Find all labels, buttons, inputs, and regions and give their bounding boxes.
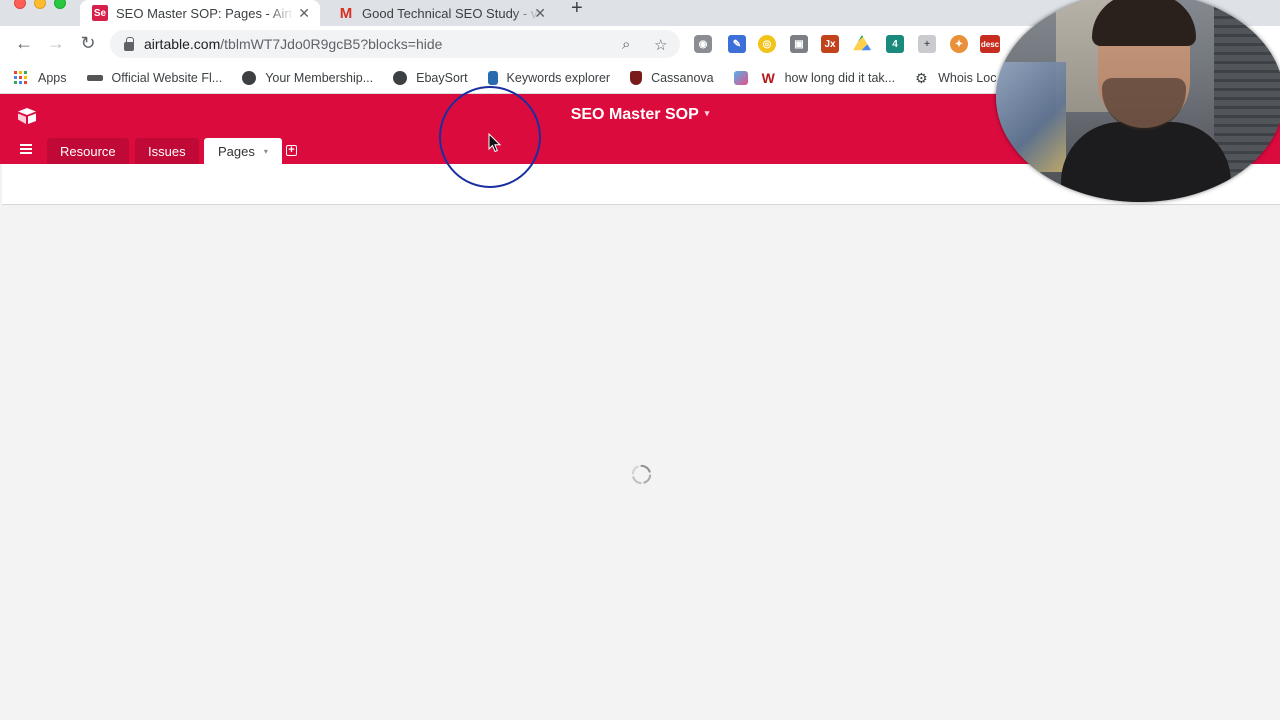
table-menu-caret-icon[interactable]: ▾ bbox=[264, 147, 268, 156]
bookmark-ebaysort[interactable]: EbaySort bbox=[393, 70, 468, 85]
tab-good-technical-seo-study[interactable]: M Good Technical SEO Study - vi ✕ bbox=[326, 0, 556, 26]
bookmark-whois[interactable]: ⚙ Whois Loc bbox=[915, 71, 996, 85]
table-tab-label: Pages bbox=[218, 143, 255, 159]
tab-title: SEO Master SOP: Pages - Airtable bbox=[116, 5, 294, 21]
reload-icon[interactable]: ↻ bbox=[77, 32, 99, 54]
google-drive-icon[interactable] bbox=[853, 35, 871, 51]
bookmark-apps[interactable]: Apps bbox=[14, 70, 67, 85]
shield-icon bbox=[630, 70, 643, 85]
eyedropper-extension-icon[interactable]: ✎ bbox=[728, 35, 746, 53]
apps-grid-icon bbox=[14, 70, 28, 85]
bookmark-label: Cassanova bbox=[651, 70, 714, 85]
bookmark-colorful[interactable] bbox=[733, 70, 748, 85]
maximize-window-button[interactable] bbox=[54, 0, 66, 9]
url-path: /tblmWT7Jdo0R9gcB5?blocks=hide bbox=[220, 36, 443, 52]
table-tab-resource[interactable]: Resource bbox=[47, 138, 129, 164]
gmail-favicon-icon: M bbox=[339, 4, 353, 22]
bookmark-label: Apps bbox=[38, 70, 67, 85]
table-tab-issues[interactable]: Issues bbox=[135, 138, 199, 164]
bookmark-label: Keywords explorer bbox=[506, 70, 611, 85]
desc-extension-icon[interactable]: desc bbox=[980, 35, 1000, 53]
bookmark-label: Official Website Fl... bbox=[111, 70, 223, 85]
bookmark-label: how long did it tak... bbox=[784, 70, 896, 85]
webcam-overlay bbox=[996, 0, 1280, 202]
bookmark-label: Whois Loc bbox=[938, 70, 997, 85]
mouse-pointer-icon bbox=[488, 133, 502, 153]
sparkle-extension-icon[interactable]: ✦ bbox=[950, 35, 968, 53]
bookmark-your-membership[interactable]: Your Membership... bbox=[242, 70, 374, 85]
jx-extension-icon[interactable]: Jx bbox=[821, 35, 839, 53]
table-tab-label: Issues bbox=[148, 143, 186, 159]
add-table-button[interactable]: + bbox=[286, 145, 297, 156]
menu-hamburger-icon[interactable] bbox=[20, 144, 32, 154]
gear-icon: ⚙ bbox=[915, 69, 928, 86]
url-host: airtable.com bbox=[144, 36, 221, 52]
bookmark-star-icon[interactable]: ☆ bbox=[654, 36, 667, 54]
close-tab-icon[interactable]: ✕ bbox=[534, 5, 546, 22]
base-menu-caret-icon[interactable]: ▾ bbox=[705, 108, 710, 118]
table-tab-pages[interactable]: Pages ▾ bbox=[204, 138, 282, 164]
compass-extension-icon[interactable]: ◎ bbox=[758, 35, 776, 53]
counter-extension-icon[interactable]: 4 bbox=[886, 35, 904, 53]
zoom-icon[interactable]: ⌕ bbox=[622, 36, 630, 53]
new-tab-button[interactable]: + bbox=[571, 0, 583, 18]
bookmark-cassanova[interactable]: Cassanova bbox=[630, 70, 714, 85]
address-bar[interactable]: airtable.com/tblmWT7Jdo0R9gcB5?blocks=hi… bbox=[110, 30, 680, 58]
table-tab-label: Resource bbox=[60, 143, 116, 159]
hand-icon bbox=[487, 70, 498, 85]
close-window-button[interactable] bbox=[14, 0, 26, 9]
tab-title: Good Technical SEO Study - vi bbox=[362, 5, 540, 21]
w-icon: W bbox=[761, 69, 775, 86]
plus-extension-icon[interactable]: + bbox=[918, 35, 936, 53]
webcam-background-bed bbox=[996, 62, 1066, 172]
loading-spinner-icon bbox=[631, 464, 652, 485]
site-icon bbox=[86, 74, 103, 81]
airtable-favicon-icon: Se bbox=[92, 5, 108, 21]
bookmark-label: Your Membership... bbox=[265, 70, 374, 85]
forward-arrow-icon[interactable]: → bbox=[45, 32, 67, 54]
camera-extension-icon[interactable]: ◉ bbox=[694, 35, 712, 53]
globe-icon bbox=[393, 70, 408, 85]
back-arrow-icon[interactable]: ← bbox=[13, 32, 35, 54]
webcam-presenter-hair bbox=[1092, 0, 1196, 46]
bookmark-how-long[interactable]: W how long did it tak... bbox=[762, 71, 895, 85]
close-tab-icon[interactable]: ✕ bbox=[298, 5, 310, 22]
base-name-label: SEO Master SOP bbox=[570, 106, 699, 123]
minimize-window-button[interactable] bbox=[34, 0, 46, 9]
bookmark-label: EbaySort bbox=[416, 70, 468, 85]
lock-icon bbox=[124, 36, 134, 51]
tab-seo-master-sop[interactable]: Se SEO Master SOP: Pages - Airtable ✕ bbox=[80, 0, 320, 26]
webcam-presenter-body bbox=[1061, 122, 1231, 202]
globe-icon bbox=[242, 70, 257, 85]
bookmark-keywords-explorer[interactable]: Keywords explorer bbox=[487, 70, 611, 85]
bookmark-favicon-icon bbox=[733, 70, 748, 85]
bookmark-official-website[interactable]: Official Website Fl... bbox=[86, 70, 223, 85]
lock-extension-icon[interactable]: ▣ bbox=[790, 35, 808, 53]
